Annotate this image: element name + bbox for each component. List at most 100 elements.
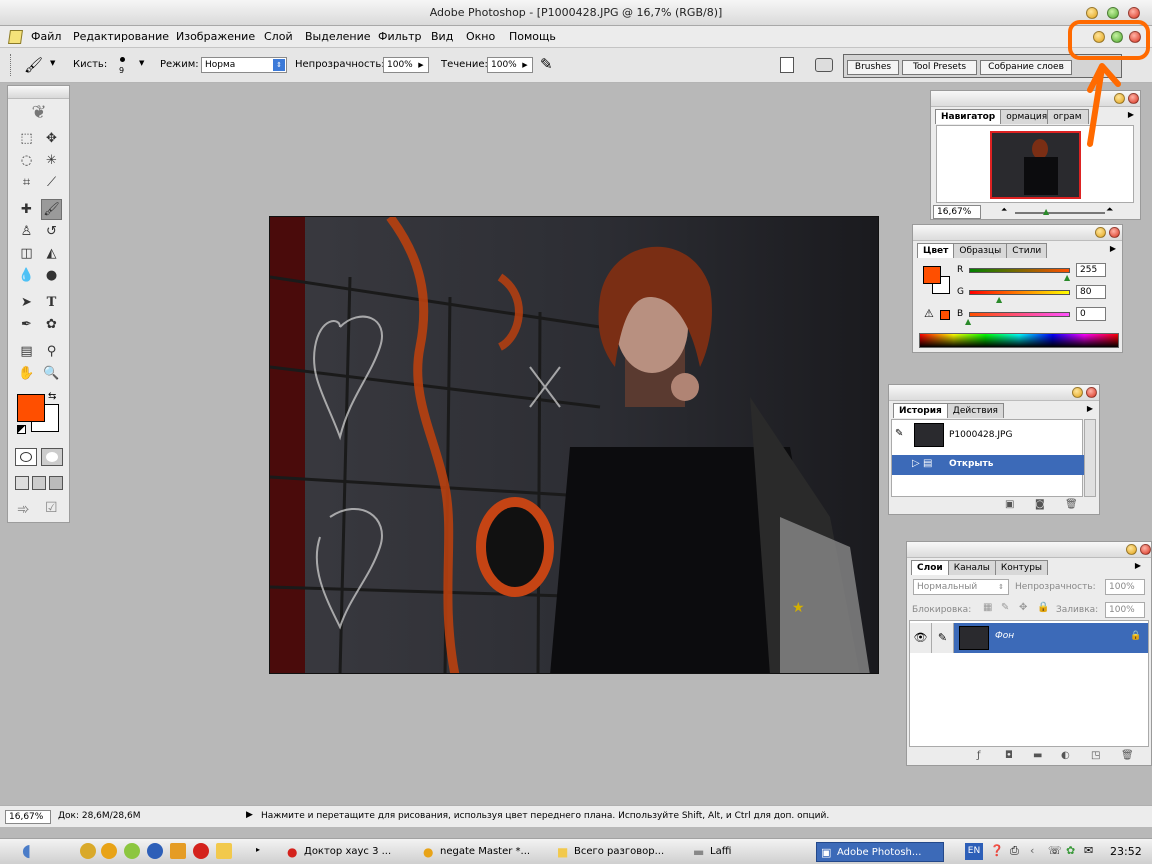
taskbar-item-laffi[interactable]: ▬ Laffi bbox=[690, 842, 810, 862]
well-tab-brushes[interactable]: Brushes bbox=[847, 60, 899, 75]
ql-tool-icon[interactable] bbox=[170, 843, 186, 859]
layer-brush-link-icon[interactable]: ✎ bbox=[932, 623, 954, 653]
screen-mode-menubar-icon[interactable] bbox=[32, 476, 46, 490]
color-panel-header[interactable] bbox=[913, 225, 1122, 241]
lasso-tool-icon[interactable]: ◌ bbox=[16, 150, 37, 171]
mode-select[interactable]: Норма ⇕ bbox=[201, 57, 287, 73]
ql-avast-icon[interactable] bbox=[101, 843, 117, 859]
app-doc-icon[interactable] bbox=[8, 30, 23, 44]
lock-position-icon[interactable]: ✥ bbox=[1019, 602, 1027, 613]
zoom-tool-icon[interactable]: 🔍 bbox=[41, 363, 62, 384]
feather-logo-icon[interactable]: ❦ bbox=[16, 102, 62, 124]
status-zoom-field[interactable]: 16,67% bbox=[5, 810, 51, 824]
help-tray-icon[interactable]: ❓ bbox=[990, 844, 1004, 857]
b-slider[interactable] bbox=[969, 312, 1070, 317]
hand-tool-icon[interactable]: ✋ bbox=[16, 363, 37, 384]
color-menu-arrow-icon[interactable]: ▶ bbox=[1110, 244, 1116, 253]
default-colors-icon[interactable] bbox=[17, 425, 26, 434]
lock-pixels-icon[interactable]: ✎ bbox=[1001, 602, 1009, 613]
status-menu-arrow-icon[interactable]: ▶ bbox=[246, 810, 253, 820]
tab-channels[interactable]: Каналы bbox=[947, 560, 996, 575]
layer-row[interactable]: 👁 ✎ Фон 🔒 bbox=[910, 623, 1148, 653]
language-indicator[interactable]: EN bbox=[965, 843, 983, 860]
layer-mask-icon[interactable]: ◘ bbox=[1005, 750, 1013, 761]
g-slider[interactable] bbox=[969, 290, 1070, 295]
color-fg-swatch[interactable] bbox=[923, 266, 941, 284]
notes-tool-icon[interactable]: ▤ bbox=[16, 341, 37, 362]
b-value[interactable]: 0 bbox=[1076, 307, 1106, 321]
menu-select[interactable]: Выделение bbox=[305, 26, 371, 48]
color-spectrum-bar[interactable] bbox=[919, 333, 1119, 348]
tab-history[interactable]: История bbox=[893, 403, 948, 418]
foreground-color-swatch[interactable] bbox=[17, 394, 45, 422]
adjustment-layer-icon[interactable]: ◐ bbox=[1061, 750, 1070, 761]
paint-bucket-tool-icon[interactable]: ◭ bbox=[41, 243, 62, 264]
menu-window[interactable]: Окно bbox=[466, 26, 495, 48]
taskbar-item-photoshop[interactable]: ▣ Adobe Photosh... bbox=[816, 842, 944, 862]
eraser-tool-icon[interactable]: ◫ bbox=[16, 243, 37, 264]
jump-to-imageready-icon[interactable]: ➾ bbox=[17, 500, 30, 518]
history-panel-header[interactable] bbox=[889, 385, 1099, 401]
history-menu-arrow-icon[interactable]: ▶ bbox=[1087, 404, 1093, 413]
taskbar-item-opera[interactable]: ● Доктор хаус 3 ... bbox=[284, 842, 414, 862]
brush-tip-icon[interactable] bbox=[120, 57, 125, 62]
delete-layer-icon[interactable]: 🗑 bbox=[1121, 750, 1134, 761]
palette-well-icon[interactable] bbox=[815, 58, 833, 72]
path-selection-tool-icon[interactable]: ➤ bbox=[16, 292, 37, 313]
history-snapshot-row[interactable]: ✎ P1000428.JPG bbox=[892, 423, 1082, 447]
grip-handle[interactable] bbox=[10, 54, 13, 76]
blend-mode-select[interactable]: Нормальный ⇕ bbox=[913, 579, 1009, 595]
magic-wand-tool-icon[interactable]: ✳ bbox=[41, 150, 62, 171]
layers-menu-arrow-icon[interactable]: ▶ bbox=[1135, 561, 1141, 570]
layers-panel-header[interactable] bbox=[907, 542, 1151, 558]
layers-minimize-button[interactable] bbox=[1126, 544, 1137, 555]
tab-paths[interactable]: Контуры bbox=[994, 560, 1049, 575]
menu-file[interactable]: Файл bbox=[31, 26, 61, 48]
brush-tool-preset-icon[interactable]: 🖌 bbox=[24, 56, 43, 74]
tab-styles[interactable]: Стили bbox=[1006, 243, 1048, 258]
gamut-color-swatch[interactable] bbox=[940, 310, 950, 320]
quick-mask-button[interactable] bbox=[41, 448, 63, 466]
layer-visibility-eye-icon[interactable]: 👁 bbox=[910, 623, 932, 653]
eyedropper-tool-icon[interactable]: ⚲ bbox=[41, 341, 62, 362]
r-slider[interactable] bbox=[969, 268, 1070, 273]
flow-field[interactable]: 100% ▶ bbox=[487, 57, 533, 73]
airbrush-icon[interactable]: ✎ bbox=[540, 55, 553, 73]
ql-notes-icon[interactable] bbox=[80, 843, 96, 859]
history-minimize-button[interactable] bbox=[1072, 387, 1083, 398]
toolbox-header[interactable] bbox=[8, 86, 69, 99]
opacity-field[interactable]: 100% ▶ bbox=[383, 57, 429, 73]
fill-field[interactable]: 100% bbox=[1105, 602, 1145, 618]
blur-tool-icon[interactable]: 💧 bbox=[16, 265, 37, 286]
screen-mode-standard-icon[interactable] bbox=[15, 476, 29, 490]
lock-all-icon[interactable]: 🔒 bbox=[1037, 602, 1049, 613]
history-brush-tool-icon[interactable]: ↺ bbox=[41, 221, 62, 242]
brush-picker-arrow-icon[interactable]: ▼ bbox=[139, 59, 144, 67]
r-value[interactable]: 255 bbox=[1076, 263, 1106, 277]
clone-stamp-tool-icon[interactable]: ♙ bbox=[16, 221, 37, 242]
flow-arrow-icon[interactable]: ▶ bbox=[519, 59, 531, 71]
menu-image[interactable]: Изображение bbox=[176, 26, 255, 48]
taskbar-item-folder[interactable]: ■ Всего разговор... bbox=[554, 842, 684, 862]
tray-expand-icon[interactable]: ‹ bbox=[1030, 844, 1034, 857]
menu-edit[interactable]: Редактирование bbox=[73, 26, 169, 48]
start-apple-icon[interactable]: ◖ bbox=[22, 841, 31, 861]
marquee-tool-icon[interactable]: ⬚ bbox=[16, 128, 37, 149]
ql-folder-icon[interactable] bbox=[216, 843, 232, 859]
screen-mode-full-icon[interactable] bbox=[49, 476, 63, 490]
tab-color[interactable]: Цвет bbox=[917, 243, 955, 258]
icq-tray-icon[interactable]: ✿ bbox=[1066, 844, 1075, 857]
new-document-from-state-icon[interactable]: ▣ bbox=[1005, 499, 1014, 510]
printer-tray-icon[interactable]: ⎙ bbox=[1010, 844, 1019, 858]
pen-tool-icon[interactable]: ✒ bbox=[16, 314, 37, 335]
color-close-button[interactable] bbox=[1109, 227, 1120, 238]
navigator-zoom-slider[interactable]: ▲ bbox=[1015, 207, 1105, 216]
navigator-zoom-field[interactable]: 16,67% bbox=[933, 205, 981, 219]
tab-info[interactable]: ормация bbox=[1000, 109, 1049, 124]
tab-actions[interactable]: Действия bbox=[946, 403, 1004, 418]
menu-filter[interactable]: Фильтр bbox=[378, 26, 422, 48]
slice-tool-icon[interactable]: ⟋ bbox=[41, 172, 62, 193]
ql-opera-icon[interactable] bbox=[193, 843, 209, 859]
menu-view[interactable]: Вид bbox=[431, 26, 453, 48]
file-browser-icon[interactable] bbox=[780, 57, 794, 73]
